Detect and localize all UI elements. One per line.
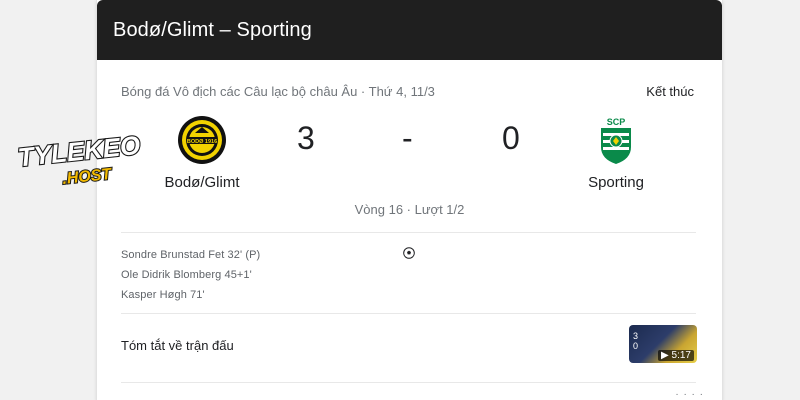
card-header[interactable]: Bodø/Glimt – Sporting [97,0,722,60]
summary-video-thumbnail[interactable]: 3 0 ▶ 5:17 [629,325,697,363]
divider [121,313,696,314]
svg-text:BODØ 1916: BODØ 1916 [187,139,217,145]
soccer-ball-icon [403,247,415,259]
watermark-line1: TYLEKEO [16,130,141,173]
match-summary-row[interactable]: Tóm tắt về trận đấu 3 0 ▶ 5:17 [97,318,722,374]
thumbnail-score: 3 0 [633,331,639,351]
bodo-glimt-logo: BODØ 1916 [178,116,226,164]
home-team[interactable]: BODØ 1916 Bodø/Glimt [157,115,247,191]
video-duration: ▶ 5:17 [658,350,694,361]
match-card: Bodø/Glimt – Sporting Bóng đá Vô địch cá… [96,0,723,400]
away-score: 0 [502,120,520,156]
divider [121,232,696,233]
summary-label: Tóm tắt về trận đấu [121,338,234,353]
scorer-item: Kasper Høgh 71' [121,289,205,301]
tylekeo-watermark-logo: TYLEKEO .HOST [15,129,142,189]
svg-text:SCP: SCP [607,117,626,127]
watermark-line2: .HOST [62,166,114,188]
match-title: Bodø/Glimt – Sporting [113,18,312,41]
round-info: Vòng 16 · Lượt 1/2 [354,202,465,217]
away-team-name: Sporting [588,174,644,191]
more-dots-icon[interactable]: · · · · [675,389,704,400]
score-separator: - [402,120,413,156]
sporting-logo: SCP [601,117,631,164]
scorer-item: Ole Didrik Blomberg 45+1' [121,269,252,281]
divider [121,382,696,383]
home-score: 3 [297,120,315,156]
home-team-name: Bodø/Glimt [164,174,240,191]
away-team[interactable]: SCP Sporting [571,115,661,191]
scorers-list: Sondre Brunstad Fet 32' (P) Ole Didrik B… [121,245,260,305]
play-icon: ▶ [661,350,669,361]
competition-info[interactable]: Bóng đá Vô địch các Câu lạc bộ châu Âu ·… [121,84,435,99]
match-status: Kết thúc [646,84,694,99]
scorer-item: Sondre Brunstad Fet 32' (P) [121,249,261,261]
